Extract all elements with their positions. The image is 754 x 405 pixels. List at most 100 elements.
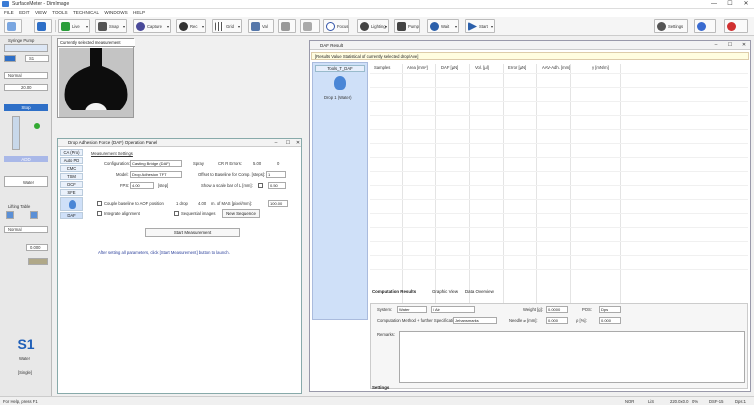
tool-lighting-button[interactable]: Lighting ▾ — [357, 19, 389, 33]
baseline-offset-input[interactable]: 1 — [266, 171, 286, 178]
scale-bar-checkbox[interactable] — [258, 183, 263, 188]
chevron-down-icon[interactable]: ▾ — [167, 24, 169, 29]
tool-grid-button[interactable]: Grid ▾ — [212, 19, 242, 33]
tool-lighting-label: Lighting — [371, 24, 386, 29]
tool-rec-button[interactable]: Rec ▾ — [176, 19, 206, 33]
tool-syringe-button[interactable] — [4, 19, 22, 33]
tool-wait-button[interactable]: Wait ▾ — [427, 19, 459, 33]
tool-capture-button[interactable]: Capture ▾ — [133, 19, 171, 33]
tab-data-overview[interactable]: Data Overview — [465, 289, 494, 294]
tool-exit-button[interactable] — [724, 19, 748, 33]
chevron-down-icon[interactable]: ▾ — [491, 24, 493, 29]
tab-sfe[interactable]: SFE — [60, 189, 83, 196]
menu-windows[interactable]: WINDOWS — [104, 10, 127, 15]
setting-system-input[interactable]: Water — [397, 306, 427, 313]
daf-result-window: DAF Result – ☐ ✕ [Results Value Statisti… — [309, 40, 751, 392]
result-column-header[interactable]: Area [mm²] — [407, 65, 428, 70]
setting-remarks-textarea[interactable] — [399, 331, 745, 383]
setting-density-input[interactable]: 0.000 — [599, 317, 621, 324]
ratio-label: m. of MAS [pixel/mm]: — [211, 201, 252, 206]
dialog-close-button[interactable]: ✕ — [290, 139, 306, 148]
stop-button[interactable]: Stop — [4, 104, 48, 111]
menu-tools[interactable]: TOOLS — [52, 10, 68, 15]
tool-live-button[interactable]: Live ▾ — [58, 19, 90, 33]
minimize-button[interactable]: — — [706, 0, 722, 9]
syringe-graphic — [4, 44, 48, 52]
tab-auto-pd[interactable]: Auto PD — [60, 157, 83, 164]
tab-daf[interactable]: DAF — [60, 212, 83, 219]
tab-computation-results[interactable]: Computation Results — [372, 289, 416, 294]
chevron-down-icon[interactable]: ▾ — [385, 24, 387, 29]
side-drop-item[interactable]: Drop 1 (Water) — [324, 95, 352, 100]
tool-wait-label: Wait — [441, 24, 450, 29]
menu-edit[interactable]: EDIT — [19, 10, 29, 15]
setting-pos-input[interactable]: Dps — [599, 306, 621, 313]
result-column-header[interactable]: Samples — [374, 65, 390, 70]
setting-system-secondary[interactable]: / Air — [431, 306, 475, 313]
drop-sample-icon[interactable] — [334, 76, 346, 90]
close-button[interactable]: ✕ — [738, 0, 754, 9]
chevron-down-icon[interactable]: ▾ — [123, 24, 125, 29]
menu-view[interactable]: VIEW — [35, 10, 47, 15]
tool-snap-button[interactable]: Snap ▾ — [95, 19, 127, 33]
sequential-images-checkbox[interactable] — [174, 211, 179, 216]
lift-down-icon[interactable] — [30, 211, 38, 219]
result-column-header[interactable]: AAV-Adh. [mm] — [542, 65, 570, 70]
chevron-down-icon[interactable]: ▾ — [202, 24, 204, 29]
tool-settings-button[interactable]: Settings — [654, 19, 688, 33]
speed-select[interactable]: Normal — [4, 72, 48, 79]
couple-baseline-checkbox[interactable] — [97, 201, 102, 206]
tool-start-label: Start — [479, 24, 488, 29]
tab-tsm[interactable]: TSM — [60, 173, 83, 180]
result-column-header[interactable]: DAF [µN] — [441, 65, 458, 70]
tab-settings[interactable]: Settings — [372, 385, 389, 390]
side-tab-tools[interactable]: Tools_T_DAF — [315, 65, 365, 72]
tool-help-button[interactable] — [694, 19, 716, 33]
chevron-down-icon[interactable]: ▾ — [86, 24, 88, 29]
menu-help[interactable]: HELP — [133, 10, 145, 15]
model-select[interactable]: Drop Adhesion TFT — [130, 171, 182, 178]
chevron-down-icon[interactable]: ▾ — [238, 24, 240, 29]
result-column-header[interactable]: γ [mN/m] — [592, 65, 609, 70]
setting-method-select[interactable]: Jehansmarks — [453, 317, 497, 324]
configuration-select[interactable]: Casting Bridge (DAF) — [130, 160, 182, 167]
tab-dcf[interactable]: DCF — [60, 181, 83, 188]
scale-bar-input[interactable]: 0.50 — [268, 182, 286, 189]
new-sequence-button[interactable]: New Sequence — [222, 209, 260, 218]
maximize-button[interactable]: ☐ — [722, 0, 738, 9]
menu-technical[interactable]: TECHNICAL — [73, 10, 99, 15]
lift-up-icon[interactable] — [6, 211, 14, 219]
volume-input[interactable]: 20.00 — [4, 84, 48, 91]
ratio-input[interactable]: 100.00 — [268, 200, 288, 207]
toolbar: Live ▾ Snap ▾ Capture ▾ Rec ▾ Grid ▾ Val Focu… — [0, 17, 754, 36]
tool-stage-button[interactable] — [300, 19, 320, 33]
liquid-select[interactable]: Water — [4, 176, 48, 187]
daf-tab-graphic[interactable] — [60, 197, 83, 211]
syringe-select[interactable]: S1 — [25, 55, 49, 62]
lift-value-input[interactable]: 0.000 — [26, 244, 48, 251]
result-column-header[interactable]: Vol. [µl] — [475, 65, 489, 70]
integrate-alignment-checkbox[interactable] — [97, 211, 102, 216]
setting-weight-input[interactable]: 0.0000 — [546, 306, 568, 313]
result-close-button[interactable]: ✕ — [736, 41, 752, 50]
tool-val-button[interactable]: Val — [248, 19, 274, 33]
drop-image[interactable] — [59, 48, 133, 117]
tab-cmc[interactable]: CMC — [60, 165, 83, 172]
target-icon — [326, 22, 335, 31]
fps-input[interactable]: 4.00 — [130, 182, 154, 189]
tool-start-button[interactable]: Start ▾ — [465, 19, 495, 33]
tab-ca-pro[interactable]: CA (Pro) — [60, 149, 83, 156]
lift-apply-button[interactable] — [28, 258, 48, 265]
add-button[interactable]: ADD — [4, 156, 48, 162]
result-column-header[interactable]: Error [µN] — [508, 65, 526, 70]
chevron-down-icon[interactable]: ▾ — [455, 24, 457, 29]
tool-focus-button[interactable]: Focus — [323, 19, 349, 33]
start-measurement-button[interactable]: Start Measurement — [145, 228, 240, 237]
tab-graphic-view[interactable]: Graphic View — [432, 289, 458, 294]
setting-needle-input[interactable]: 0.000 — [546, 317, 568, 324]
menu-file[interactable]: FILE — [4, 10, 14, 15]
tool-pump-button[interactable]: Pump — [394, 19, 420, 33]
lift-mode-select[interactable]: Normal — [4, 226, 48, 233]
tool-edit-button[interactable] — [34, 19, 52, 33]
tool-sine-button[interactable] — [278, 19, 296, 33]
